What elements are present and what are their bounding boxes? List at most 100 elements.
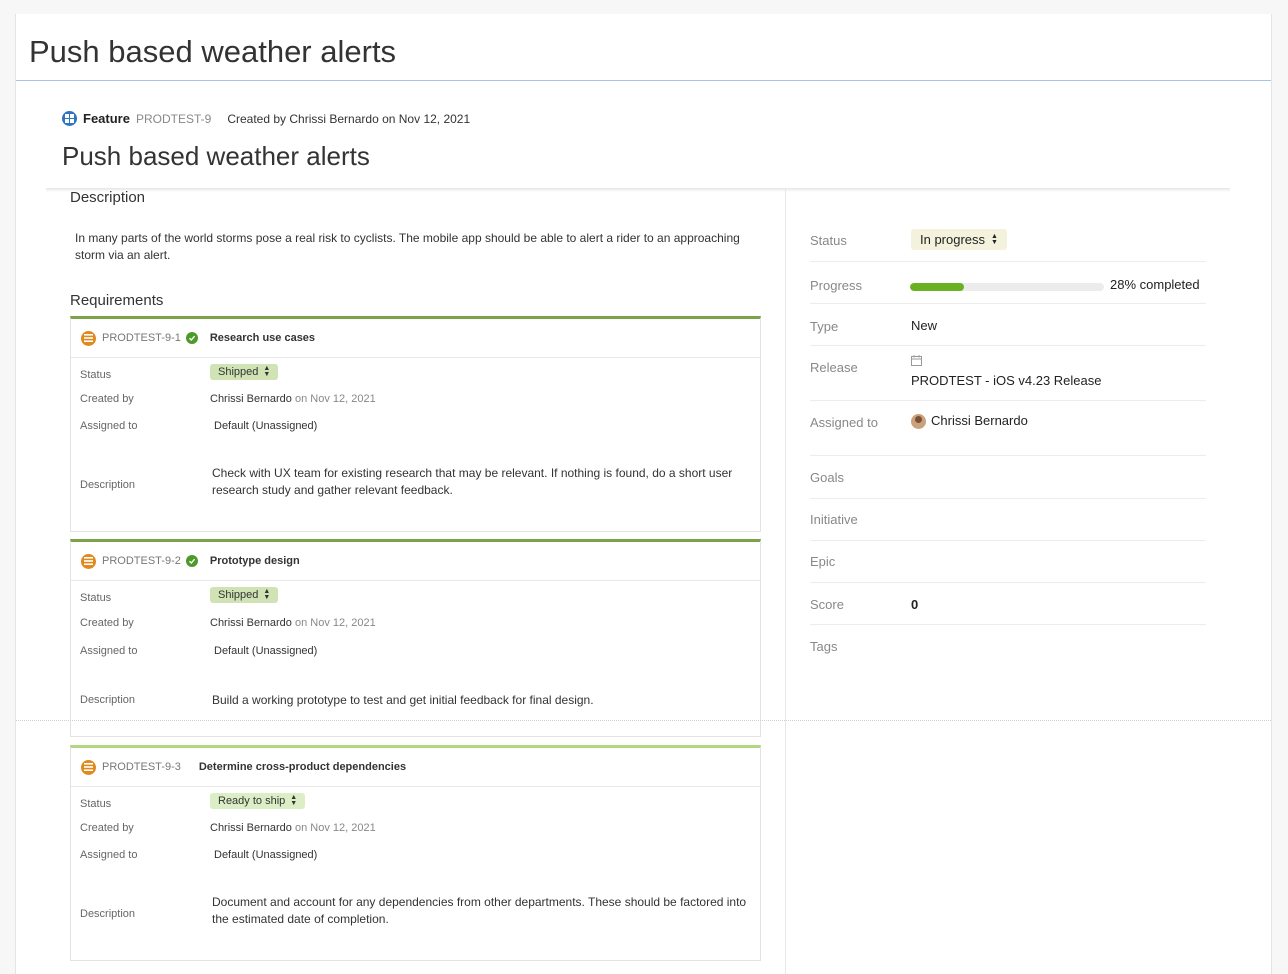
- created-by-label: Created by: [80, 822, 134, 834]
- status-dropdown[interactable]: Ready to ship ▲ ▼: [210, 793, 306, 809]
- property-assigned-label: Assigned to: [810, 415, 878, 430]
- page-break-divider: [16, 720, 1271, 721]
- record-meta: Feature PRODTEST-9 Created by Chrissi Be…: [62, 111, 470, 126]
- record-type: Feature: [83, 111, 130, 126]
- assigned-to-label: Assigned to: [80, 849, 138, 861]
- created-on-date: on Nov 12, 2021: [378, 111, 471, 126]
- description-label: Description: [70, 189, 146, 206]
- property-goals: Goals: [810, 470, 1206, 499]
- record-key[interactable]: PRODTEST-9: [136, 112, 211, 126]
- creator-name[interactable]: Chrissi Bernardo: [210, 617, 292, 629]
- status-text: Shipped: [218, 366, 259, 378]
- progress-bar[interactable]: [910, 283, 1104, 291]
- status-dropdown[interactable]: In progress ▲ ▼: [911, 229, 1007, 250]
- property-score: Score 0: [810, 597, 1206, 625]
- calendar-icon: [911, 354, 922, 369]
- property-tags: Tags: [810, 639, 1206, 667]
- requirement-header: PRODTEST-9-2 Prototype design: [71, 542, 760, 581]
- check-icon: [185, 555, 198, 567]
- created-by-user[interactable]: Chrissi Bernardo: [289, 112, 378, 126]
- property-status-value: In progress ▲ ▼: [911, 229, 1007, 250]
- description-text[interactable]: In many parts of the world storms pose a…: [75, 230, 765, 264]
- requirement-header: PRODTEST-9-1 Research use cases: [71, 319, 760, 358]
- created-date: on Nov 12, 2021: [294, 617, 376, 629]
- property-status-label: Status: [810, 233, 847, 248]
- page-header: Push based weather alerts: [16, 14, 1271, 81]
- requirement-icon: [81, 759, 96, 775]
- sort-arrows-icon: ▲ ▼: [290, 794, 298, 807]
- requirement-name[interactable]: Determine cross-product dependencies: [199, 761, 406, 773]
- creator-name[interactable]: Chrissi Bernardo: [210, 393, 292, 405]
- requirement-key[interactable]: PRODTEST-9-2: [102, 555, 181, 567]
- property-status: Status In progress ▲ ▼: [810, 229, 1206, 262]
- property-assigned-to: Assigned to Chrissi Bernardo: [810, 413, 1206, 456]
- requirement-icon: [81, 330, 96, 346]
- created-by-value: Chrissi Bernardo on Nov 12, 2021: [210, 393, 376, 405]
- creator-name[interactable]: Chrissi Bernardo: [210, 822, 292, 834]
- sort-arrows-icon: ▲ ▼: [263, 588, 271, 601]
- description-row-label: Description: [80, 479, 136, 491]
- record-page: Push based weather alerts Feature PRODTE…: [15, 14, 1272, 974]
- requirement-description[interactable]: Build a working prototype to test and ge…: [212, 692, 747, 709]
- assigned-to-value[interactable]: Default (Unassigned): [214, 849, 317, 861]
- properties-panel: Status In progress ▲ ▼ Progress 28% comple…: [785, 189, 1271, 974]
- property-progress-label: Progress: [810, 278, 863, 293]
- property-score-value[interactable]: 0: [911, 597, 918, 612]
- requirement-header: PRODTEST-9-3 Determine cross-product dep…: [71, 748, 760, 787]
- property-type-value[interactable]: New: [911, 318, 937, 333]
- requirement-key[interactable]: PRODTEST-9-3: [102, 761, 181, 773]
- requirement-description[interactable]: Document and account for any dependencie…: [212, 894, 747, 928]
- status-value: Shipped ▲ ▼: [210, 587, 279, 603]
- page-title: Push based weather alerts: [29, 34, 397, 69]
- property-tags-label: Tags: [810, 639, 838, 654]
- requirements-label: Requirements: [70, 292, 164, 309]
- avatar: [911, 414, 926, 430]
- property-epic: Epic: [810, 554, 1206, 583]
- created-by-label: Created by: [80, 617, 134, 629]
- status-value: Ready to ship ▲ ▼: [210, 793, 306, 809]
- property-release-value[interactable]: PRODTEST - iOS v4.23 Release: [911, 373, 1102, 388]
- record-title[interactable]: Push based weather alerts: [62, 141, 370, 172]
- sort-arrows-icon: ▲ ▼: [263, 365, 271, 378]
- property-goals-label: Goals: [810, 470, 844, 485]
- status-label: Status: [80, 592, 112, 604]
- requirement-card: PRODTEST-9-1 Research use cases Status S…: [70, 316, 761, 532]
- created-by-value: Chrissi Bernardo on Nov 12, 2021: [210, 822, 376, 834]
- requirement-key[interactable]: PRODTEST-9-1: [102, 332, 181, 344]
- status-text: Ready to ship: [218, 795, 286, 807]
- record-header: Feature PRODTEST-9 Created by Chrissi Be…: [16, 81, 1271, 189]
- sort-arrows-icon: ▲ ▼: [991, 232, 998, 246]
- status-dropdown[interactable]: Shipped ▲ ▼: [210, 364, 279, 380]
- assigned-to-value[interactable]: Default (Unassigned): [214, 645, 317, 657]
- property-type: Type New: [810, 318, 1206, 346]
- property-progress: Progress 28% completed: [810, 276, 1206, 304]
- status-text: In progress: [920, 232, 986, 247]
- property-assigned-value[interactable]: Chrissi Bernardo: [911, 413, 1028, 430]
- requirement-name[interactable]: Research use cases: [210, 332, 315, 344]
- check-icon: [185, 332, 198, 344]
- assigned-to-value[interactable]: Default (Unassigned): [214, 420, 317, 432]
- requirement-card: PRODTEST-9-3 Determine cross-product dep…: [70, 745, 761, 961]
- created-prefix: Created by: [227, 111, 290, 126]
- description-row-label: Description: [80, 694, 136, 706]
- progress-text: 28% completed: [1110, 277, 1200, 292]
- status-label: Status: [80, 369, 112, 381]
- assigned-to-label: Assigned to: [80, 420, 138, 432]
- status-label: Status: [80, 798, 112, 810]
- requirement-description[interactable]: Check with UX team for existing research…: [212, 465, 747, 499]
- property-release: Release PRODTEST - iOS v4.23 Release: [810, 355, 1206, 401]
- requirement-name[interactable]: Prototype design: [210, 555, 300, 567]
- created-date: on Nov 12, 2021: [294, 393, 376, 405]
- requirement-card: PRODTEST-9-2 Prototype design Status Shi…: [70, 539, 761, 737]
- property-score-label: Score: [810, 597, 844, 612]
- status-value: Shipped ▲ ▼: [210, 364, 279, 380]
- requirement-icon: [81, 553, 96, 569]
- property-release-label: Release: [810, 360, 858, 375]
- property-epic-label: Epic: [810, 554, 836, 569]
- status-dropdown[interactable]: Shipped ▲ ▼: [210, 587, 279, 603]
- created-by-value: Chrissi Bernardo on Nov 12, 2021: [210, 617, 376, 629]
- description-row-label: Description: [80, 908, 136, 920]
- progress-fill: [910, 283, 965, 291]
- record-created-line: Created by Chrissi Bernardo on Nov 12, 2…: [227, 112, 470, 126]
- property-initiative-label: Initiative: [810, 512, 858, 527]
